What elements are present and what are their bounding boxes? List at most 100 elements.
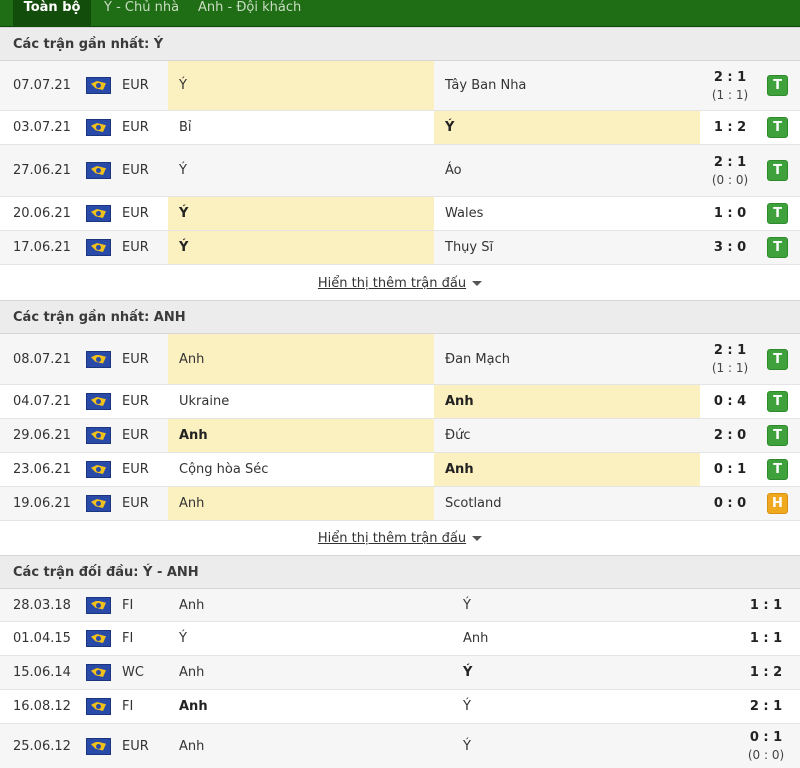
match-date: 29.06.21	[13, 428, 71, 443]
away-team[interactable]: Tây Ban Nha	[434, 61, 700, 110]
league-name: EUR	[122, 428, 149, 443]
league-name: EUR	[122, 206, 149, 221]
h2h-row[interactable]: 16.08.12 FI Anh Ý 2 : 1	[0, 690, 800, 724]
home-team[interactable]: Cộng hòa Séc	[168, 453, 434, 486]
league-name: EUR	[122, 78, 149, 93]
away-team[interactable]: Anh	[452, 622, 736, 655]
home-team[interactable]: Ý	[168, 145, 434, 196]
match-row[interactable]: 20.06.21 EUR Ý Wales 1 : 0 T	[0, 197, 800, 231]
h2h-row[interactable]: 25.06.12 EUR Anh Ý 0 : 1 (0 : 0)	[0, 724, 800, 768]
show-more-italy[interactable]: Hiển thị thêm trận đấu	[0, 266, 800, 300]
away-team[interactable]: Scotland	[434, 487, 700, 520]
result-badge: T	[767, 385, 788, 418]
home-team[interactable]: Anh	[168, 690, 452, 723]
h2h-row[interactable]: 28.03.18 FI Anh Ý 1 : 1	[0, 589, 800, 622]
match-date: 17.06.21	[13, 240, 71, 255]
tab-home[interactable]: Ý - Chủ nhà	[104, 0, 179, 27]
score-fulltime: 3 : 0	[713, 240, 747, 255]
home-team[interactable]: Anh	[168, 724, 452, 768]
home-team[interactable]: Anh	[168, 334, 434, 384]
score-fulltime: 2 : 1	[713, 69, 747, 85]
match-score[interactable]: 1 : 2	[736, 656, 796, 689]
league-name: EUR	[122, 738, 149, 754]
away-team[interactable]: Ý	[452, 656, 736, 689]
match-score[interactable]: 0 : 1	[700, 453, 760, 486]
tab-away[interactable]: Anh - Đội khách	[198, 0, 301, 27]
tab-all[interactable]: Toàn bộ	[13, 0, 91, 27]
score-fulltime: 1 : 2	[749, 665, 783, 680]
match-row[interactable]: 08.07.21 EUR Anh Đan Mạch 2 : 1 (1 : 1) …	[0, 334, 800, 385]
match-date: 01.04.15	[13, 631, 71, 646]
score-fulltime: 1 : 1	[749, 597, 783, 613]
away-team[interactable]: Áo	[434, 145, 700, 196]
home-team[interactable]: Ý	[168, 61, 434, 110]
match-row[interactable]: 17.06.21 EUR Ý Thụy Sĩ 3 : 0 T	[0, 231, 800, 265]
home-team[interactable]: Bỉ	[168, 111, 434, 144]
competition-flag-icon	[86, 61, 111, 110]
match-score[interactable]: 1 : 2	[700, 111, 760, 144]
score-fulltime: 2 : 1	[749, 699, 783, 714]
match-date: 20.06.21	[13, 206, 71, 221]
caret-down-icon[interactable]	[472, 280, 483, 286]
competition-flag-icon	[86, 690, 111, 723]
result-badge: T	[767, 197, 788, 230]
match-score[interactable]: 0 : 0	[700, 487, 760, 520]
away-team[interactable]: Ý	[452, 690, 736, 723]
away-team[interactable]: Ý	[452, 724, 736, 768]
home-team[interactable]: Ý	[168, 197, 434, 230]
h2h-row[interactable]: 01.04.15 FI Ý Anh 1 : 1	[0, 622, 800, 656]
match-score[interactable]: 0 : 1 (0 : 0)	[736, 724, 796, 768]
away-team[interactable]: Ý	[434, 111, 700, 144]
match-row[interactable]: 23.06.21 EUR Cộng hòa Séc Anh 0 : 1 T	[0, 453, 800, 487]
match-score[interactable]: 2 : 1 (0 : 0)	[700, 145, 760, 196]
match-score[interactable]: 2 : 1 (1 : 1)	[700, 61, 760, 110]
home-team[interactable]: Ukraine	[168, 385, 434, 418]
match-score[interactable]: 2 : 0	[700, 419, 760, 452]
match-row[interactable]: 04.07.21 EUR Ukraine Anh 0 : 4 T	[0, 385, 800, 419]
home-team[interactable]: Anh	[168, 589, 452, 621]
home-team[interactable]: Ý	[168, 231, 434, 264]
show-more-england[interactable]: Hiển thị thêm trận đấu	[0, 521, 800, 555]
away-team[interactable]: Ý	[452, 589, 736, 621]
match-row[interactable]: 27.06.21 EUR Ý Áo 2 : 1 (0 : 0) T	[0, 145, 800, 197]
away-team[interactable]: Wales	[434, 197, 700, 230]
score-halftime: (1 : 1)	[711, 87, 749, 102]
match-row[interactable]: 03.07.21 EUR Bỉ Ý 1 : 2 T	[0, 111, 800, 145]
competition-flag-icon	[86, 231, 111, 264]
league-name: EUR	[122, 240, 149, 255]
show-more-link[interactable]: Hiển thị thêm trận đấu	[318, 276, 466, 291]
home-team[interactable]: Ý	[168, 622, 452, 655]
match-row[interactable]: 19.06.21 EUR Anh Scotland 0 : 0 H	[0, 487, 800, 521]
caret-down-icon[interactable]	[472, 535, 483, 541]
show-more-link[interactable]: Hiển thị thêm trận đấu	[318, 531, 466, 546]
h2h-row[interactable]: 15.06.14 WC Anh Ý 1 : 2	[0, 656, 800, 690]
away-team[interactable]: Đan Mạch	[434, 334, 700, 384]
match-date: 19.06.21	[13, 496, 71, 511]
home-team[interactable]: Anh	[168, 487, 434, 520]
competition-flag-icon	[86, 419, 111, 452]
match-score[interactable]: 2 : 1 (1 : 1)	[700, 334, 760, 384]
league-name: EUR	[122, 351, 149, 367]
match-score[interactable]: 3 : 0	[700, 231, 760, 264]
match-date: 25.06.12	[13, 738, 71, 754]
match-score[interactable]: 1 : 1	[736, 622, 796, 655]
away-team[interactable]: Thụy Sĩ	[434, 231, 700, 264]
result-badge: T	[767, 145, 788, 196]
match-score[interactable]: 1 : 1	[736, 589, 796, 621]
away-team[interactable]: Anh	[434, 453, 700, 486]
result-badge: T	[767, 334, 788, 384]
match-row[interactable]: 29.06.21 EUR Anh Đức 2 : 0 T	[0, 419, 800, 453]
match-row[interactable]: 07.07.21 EUR Ý Tây Ban Nha 2 : 1 (1 : 1)…	[0, 61, 800, 111]
score-fulltime: 2 : 1	[713, 343, 747, 358]
home-team[interactable]: Anh	[168, 656, 452, 689]
away-team[interactable]: Anh	[434, 385, 700, 418]
match-score[interactable]: 2 : 1	[736, 690, 796, 723]
section-title: Các trận đối đầu: Ý - ANH	[13, 565, 199, 580]
match-score[interactable]: 0 : 4	[700, 385, 760, 418]
section-header-h2h: Các trận đối đầu: Ý - ANH	[0, 555, 800, 589]
away-team[interactable]: Đức	[434, 419, 700, 452]
match-score[interactable]: 1 : 0	[700, 197, 760, 230]
score-halftime: (0 : 0)	[747, 748, 785, 762]
home-team[interactable]: Anh	[168, 419, 434, 452]
competition-flag-icon	[86, 622, 111, 655]
